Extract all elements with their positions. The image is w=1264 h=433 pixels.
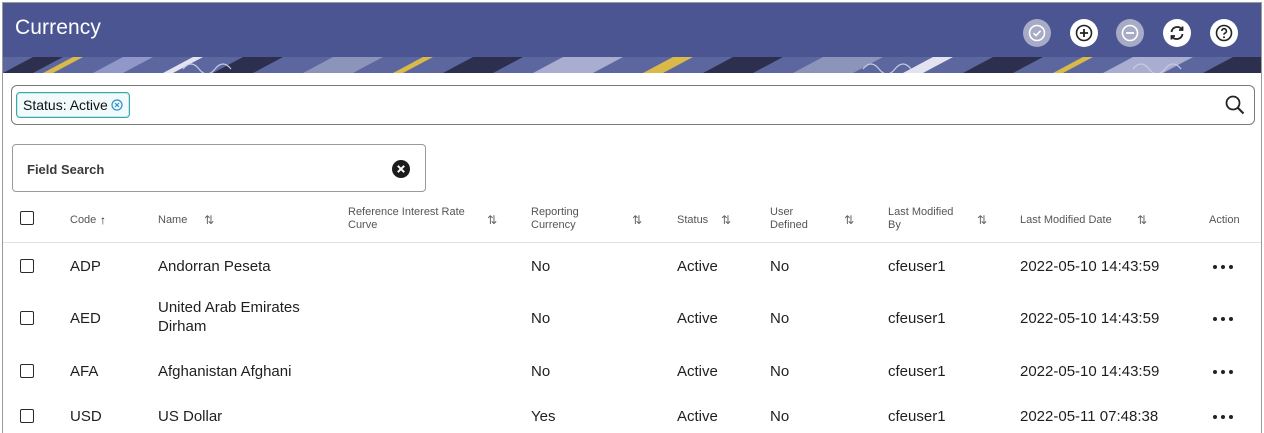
column-header-name[interactable]: Name [158, 214, 187, 227]
page-header: Currency [3, 3, 1261, 73]
column-header-last-modified-by[interactable]: Last Modified By [888, 206, 963, 232]
refresh-button[interactable] [1163, 19, 1191, 47]
cell-name: Andorran Peseta [158, 258, 271, 275]
column-header-reference-interest-rate-curve[interactable]: Reference Interest Rate Curve [348, 206, 468, 232]
page-title: Currency [15, 16, 101, 39]
sort-icon[interactable]: ⇅ [204, 214, 214, 226]
cell-status: Active [677, 258, 718, 275]
cell-last-modified-date: 2022-05-11 07:48:38 [1020, 408, 1159, 425]
help-button[interactable] [1210, 19, 1238, 47]
cell-reporting-currency: Yes [531, 408, 556, 425]
header-decorative-pattern [3, 57, 1261, 73]
cell-reporting-currency: No [531, 310, 551, 327]
table-row[interactable]: AFA Afghanistan Afghani No Active No cfe… [3, 347, 1261, 394]
cell-code: AFA [70, 363, 99, 380]
cell-last-modified-by: cfeuser1 [888, 408, 946, 425]
row-checkbox[interactable] [20, 259, 34, 273]
currency-table: Code ↑ Name ⇅ Reference Interest Rate Cu… [3, 199, 1261, 433]
cell-name: United Arab Emirates Dirham [158, 299, 300, 335]
row-action-menu-button[interactable] [1213, 369, 1235, 375]
cell-user-defined: No [770, 258, 790, 275]
table-row[interactable]: ADP Andorran Peseta No Active No cfeuser… [3, 243, 1261, 290]
cell-last-modified-by: cfeuser1 [888, 310, 946, 327]
clear-icon[interactable] [391, 159, 411, 179]
cell-user-defined: No [770, 363, 790, 380]
column-header-action: Action [1209, 214, 1240, 226]
chip-remove-button[interactable] [111, 99, 123, 111]
column-header-last-modified-date[interactable]: Last Modified Date [1020, 214, 1112, 227]
add-icon [1075, 24, 1093, 42]
sort-icon[interactable]: ⇅ [1137, 214, 1147, 226]
sort-icon[interactable]: ⇅ [632, 214, 642, 226]
column-header-status[interactable]: Status [677, 214, 708, 227]
remove-button[interactable] [1116, 19, 1144, 47]
cell-name: US Dollar [158, 408, 223, 425]
refresh-icon [1170, 26, 1184, 40]
sort-icon[interactable]: ⇅ [487, 214, 497, 226]
sort-icon[interactable]: ⇅ [977, 214, 987, 226]
add-button[interactable] [1070, 19, 1098, 47]
cell-last-modified-date: 2022-05-10 14:43:59 [1020, 258, 1160, 275]
table-row[interactable]: AED United Arab Emirates Dirham No Activ… [3, 290, 1261, 347]
row-checkbox[interactable] [20, 311, 34, 325]
cell-code: USD [70, 408, 102, 425]
cell-reporting-currency: No [531, 258, 551, 275]
row-action-menu-button[interactable] [1213, 414, 1235, 420]
column-header-user-defined[interactable]: User Defined [770, 206, 825, 232]
circle-x-icon [111, 99, 123, 111]
status-filter-chip[interactable]: Status: Active [16, 92, 130, 118]
approve-button[interactable] [1023, 19, 1051, 47]
cell-user-defined: No [770, 408, 790, 425]
cell-reporting-currency: No [531, 363, 551, 380]
cell-user-defined: No [770, 310, 790, 327]
search-icon[interactable] [1224, 94, 1246, 116]
field-search-label: Field Search [27, 162, 105, 177]
table-row[interactable]: USD US Dollar Yes Active No cfeuser1 202… [3, 394, 1261, 433]
table-header: Code ↑ Name ⇅ Reference Interest Rate Cu… [3, 199, 1261, 243]
cell-name: Afghanistan Afghani [158, 363, 292, 380]
sort-icon[interactable]: ⇅ [844, 214, 854, 226]
sort-icon[interactable]: ⇅ [721, 214, 731, 226]
select-all-checkbox[interactable] [20, 211, 34, 225]
approve-icon [1028, 24, 1046, 42]
cell-last-modified-date: 2022-05-10 14:43:59 [1020, 310, 1160, 327]
cell-code: ADP [70, 258, 101, 275]
help-icon [1215, 24, 1233, 42]
column-header-reporting-currency[interactable]: Reporting Currency [531, 206, 601, 232]
filter-bar[interactable]: Status: Active [11, 85, 1255, 125]
cell-code: AED [70, 310, 101, 327]
column-header-code[interactable]: Code [70, 214, 96, 227]
cell-last-modified-by: cfeuser1 [888, 258, 946, 275]
cell-status: Active [677, 363, 718, 380]
cell-last-modified-by: cfeuser1 [888, 363, 946, 380]
remove-icon [1121, 24, 1139, 42]
row-action-menu-button[interactable] [1213, 316, 1235, 322]
row-checkbox[interactable] [20, 364, 34, 378]
cell-status: Active [677, 310, 718, 327]
cell-last-modified-date: 2022-05-10 14:43:59 [1020, 363, 1160, 380]
sort-ascending-icon[interactable]: ↑ [100, 214, 106, 226]
cell-status: Active [677, 408, 718, 425]
field-search-input[interactable]: Field Search [12, 144, 426, 192]
row-action-menu-button[interactable] [1213, 264, 1235, 270]
currency-window: Currency Status: Active Field Search Cod… [2, 2, 1262, 433]
row-checkbox[interactable] [20, 409, 34, 423]
status-filter-chip-label: Status: Active [23, 97, 108, 113]
